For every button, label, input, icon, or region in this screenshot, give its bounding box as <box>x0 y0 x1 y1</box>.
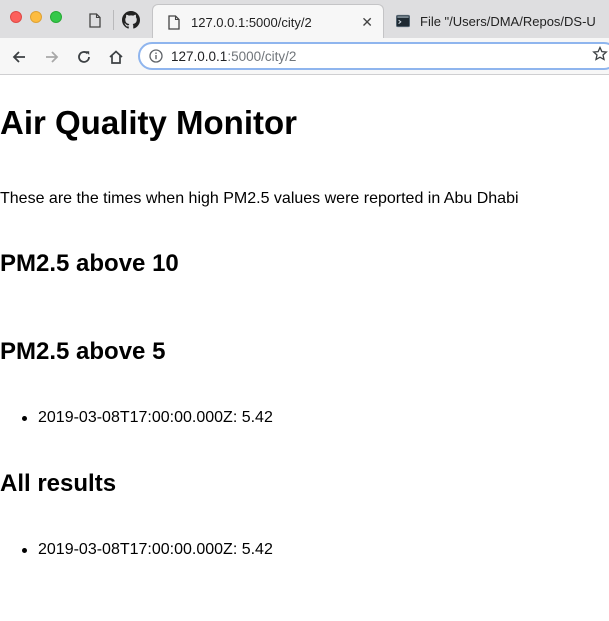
close-tab-icon[interactable]: ✕ <box>361 14 373 31</box>
bookmark-star-icon[interactable] <box>592 46 608 62</box>
list-item: 2019-03-08T17:00:00.000Z: 5.42 <box>0 409 273 427</box>
close-window-button[interactable] <box>10 11 22 23</box>
section-heading-above-5: PM2.5 above 5 <box>0 338 166 365</box>
github-icon <box>122 11 140 29</box>
bullet-icon <box>22 548 27 553</box>
tab-divider <box>113 10 114 30</box>
home-icon <box>109 50 123 64</box>
browser-chrome: 127.0.0.1:5000/city/2 ✕ File "/Users/DMA… <box>0 0 609 75</box>
section-heading-all-results: All results <box>0 470 117 497</box>
home-button[interactable] <box>105 46 127 68</box>
results-list-all: 2019-03-08T17:00:00.000Z: 5.42 <box>0 541 273 559</box>
zoom-window-button[interactable] <box>50 11 62 23</box>
arrow-left-icon <box>12 51 25 63</box>
tab-title: File "/Users/DMA/Repos/DS-U <box>420 13 596 29</box>
info-icon[interactable] <box>149 49 163 63</box>
tab-title: 127.0.0.1:5000/city/2 <box>191 14 312 30</box>
page-title: Air Quality Monitor <box>0 104 297 141</box>
list-item-text: 2019-03-08T17:00:00.000Z: 5.42 <box>38 541 273 558</box>
list-item-text: 2019-03-08T17:00:00.000Z: 5.42 <box>38 409 273 426</box>
results-list-above-5: 2019-03-08T17:00:00.000Z: 5.42 <box>0 409 273 427</box>
reload-icon <box>78 51 90 63</box>
url-path: :5000/city/2 <box>227 48 297 64</box>
bullet-icon <box>22 416 27 421</box>
url-host: 127.0.0.1 <box>171 48 228 64</box>
pinned-tab-github[interactable] <box>116 6 146 34</box>
tab-terminal[interactable]: File "/Users/DMA/Repos/DS-U <box>388 4 609 38</box>
terminal-icon <box>396 13 410 29</box>
pinned-tab-page[interactable] <box>80 6 110 34</box>
page-icon <box>89 12 101 28</box>
minimize-window-button[interactable] <box>30 11 42 23</box>
address-url: 127.0.0.1:5000/city/2 <box>171 49 296 64</box>
browser-toolbar: 127.0.0.1:5000/city/2 <box>0 38 609 75</box>
reload-button[interactable] <box>73 46 95 68</box>
section-heading-above-10: PM2.5 above 10 <box>0 250 179 277</box>
back-button[interactable] <box>8 46 30 68</box>
address-bar[interactable]: 127.0.0.1:5000/city/2 <box>138 42 609 70</box>
tab-active[interactable]: 127.0.0.1:5000/city/2 ✕ <box>152 4 384 39</box>
arrow-right-icon <box>46 51 59 63</box>
tab-strip: 127.0.0.1:5000/city/2 ✕ File "/Users/DMA… <box>0 0 609 39</box>
forward-button[interactable] <box>41 46 63 68</box>
page-icon <box>167 14 181 30</box>
list-item: 2019-03-08T17:00:00.000Z: 5.42 <box>0 541 273 559</box>
intro-text: These are the times when high PM2.5 valu… <box>0 190 519 207</box>
